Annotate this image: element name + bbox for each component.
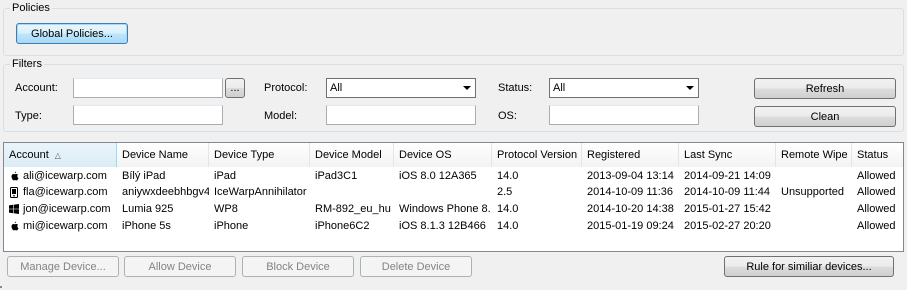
status-label: Status: xyxy=(498,82,533,94)
last-sync-cell: 2014-10-09 11:44 xyxy=(684,186,771,198)
account-cell: mi@icewarp.com xyxy=(4,218,117,234)
account-browse-button[interactable]: ... xyxy=(225,78,245,98)
column-header-account[interactable]: Account △ xyxy=(4,143,117,167)
column-header-device-os[interactable]: Device OS xyxy=(394,143,492,167)
phone-icon xyxy=(9,186,19,198)
device-model-cell xyxy=(310,184,394,200)
model-label: Model: xyxy=(264,110,298,122)
registered-cell: 2015-01-19 09:24 xyxy=(587,220,674,232)
allow-device-button[interactable]: Allow Device xyxy=(124,256,236,277)
device-type-cell: iPad xyxy=(214,170,237,182)
column-header-last-sync[interactable]: Last Sync xyxy=(679,143,776,167)
delete-device-button[interactable]: Delete Device xyxy=(360,256,472,277)
status-cell: Allowed xyxy=(857,186,896,198)
sort-ascending-icon: △ xyxy=(54,150,61,160)
status-select-value: All xyxy=(553,82,566,94)
block-device-button[interactable]: Block Device xyxy=(242,256,354,277)
registered-cell: 2013-09-04 13:14 xyxy=(587,170,674,182)
device-type-cell: WP8 xyxy=(214,203,238,215)
chevron-down-icon xyxy=(686,86,694,90)
status-cell: Allowed xyxy=(857,203,896,215)
resize-grip xyxy=(0,286,2,288)
global-policies-button[interactable]: Global Policies... xyxy=(16,23,128,44)
device-model-cell: iPad3C1 xyxy=(315,170,358,182)
registered-cell: 2014-10-09 11:36 xyxy=(587,186,674,198)
remote-wipe-cell xyxy=(776,168,852,184)
device-name-cell: Bílý iPad xyxy=(122,170,166,182)
device-os-cell xyxy=(394,184,492,200)
column-header-device-type[interactable]: Device Type xyxy=(209,143,310,167)
device-model-cell: RM-892_eu_hu xyxy=(315,203,391,215)
protocol-label: Protocol: xyxy=(264,82,308,94)
account-cell: fla@icewarp.com xyxy=(4,184,117,200)
device-type-cell: iPhone xyxy=(214,220,249,232)
last-sync-cell: 2015-01-27 15:42 xyxy=(684,203,771,215)
device-os-cell: Windows Phone 8. xyxy=(399,203,491,215)
policies-title: Policies xyxy=(10,2,52,14)
protocol-version-cell: 14.0 xyxy=(497,203,519,215)
os-input[interactable] xyxy=(549,105,699,125)
status-cell: Allowed xyxy=(857,170,896,182)
type-label: Type: xyxy=(15,110,42,122)
device-os-cell: iOS 8.1.3 12B466 xyxy=(399,220,486,232)
device-model-cell: iPhone6C2 xyxy=(315,220,370,232)
column-header-device-name[interactable]: Device Name xyxy=(117,143,209,167)
registered-cell: 2014-10-20 14:38 xyxy=(587,203,674,215)
remote-wipe-cell: Unsupported xyxy=(781,186,844,198)
last-sync-cell: 2014-09-21 14:09 xyxy=(684,170,771,182)
account-input[interactable] xyxy=(73,78,223,98)
os-label: OS: xyxy=(498,110,517,122)
apple-icon xyxy=(9,171,19,181)
account-cell: ali@icewarp.com xyxy=(4,168,117,184)
status-cell: Allowed xyxy=(857,220,896,232)
device-name-cell: aniywxdeebhbgv4 xyxy=(122,186,209,198)
remote-wipe-cell xyxy=(776,218,852,234)
policies-group: Policies xyxy=(3,2,904,56)
filters-title: Filters xyxy=(10,58,44,70)
model-input[interactable] xyxy=(326,105,476,125)
status-select[interactable]: All xyxy=(549,78,699,98)
chevron-down-icon xyxy=(463,86,471,90)
protocol-version-cell: 2.5 xyxy=(497,186,513,198)
protocol-version-cell: 14.0 xyxy=(497,170,519,182)
column-header-remote-wipe[interactable]: Remote Wipe xyxy=(776,143,852,167)
devices-list[interactable]: Account △ Device Name Device Type Device… xyxy=(3,142,904,252)
windows-icon xyxy=(9,204,19,214)
device-os-cell: iOS 8.0 12A365 xyxy=(399,170,477,182)
clean-button[interactable]: Clean xyxy=(754,106,896,127)
column-header-status[interactable]: Status xyxy=(852,143,903,167)
last-sync-cell: 2015-02-27 20:20 xyxy=(684,220,771,232)
protocol-version-cell: 14.0 xyxy=(497,220,519,232)
refresh-button[interactable]: Refresh xyxy=(754,78,896,99)
rule-similar-devices-button[interactable]: Rule for similiar devices... xyxy=(724,256,894,277)
apple-icon xyxy=(9,221,19,231)
protocol-select-value: All xyxy=(330,82,343,94)
account-label: Account: xyxy=(15,82,58,94)
remote-wipe-cell xyxy=(776,201,852,217)
device-name-cell: iPhone 5s xyxy=(122,220,171,232)
type-input[interactable] xyxy=(73,105,223,125)
device-name-cell: Lumia 925 xyxy=(122,203,174,215)
column-header-registered[interactable]: Registered xyxy=(582,143,679,167)
column-header-protocol-version[interactable]: Protocol Version xyxy=(492,143,582,167)
protocol-select[interactable]: All xyxy=(326,78,476,98)
column-header-device-model[interactable]: Device Model xyxy=(310,143,394,167)
device-type-cell: IceWarpAnnihilator xyxy=(214,186,307,198)
account-cell: jon@icewarp.com xyxy=(4,201,117,217)
manage-device-button[interactable]: Manage Device... xyxy=(7,256,119,277)
